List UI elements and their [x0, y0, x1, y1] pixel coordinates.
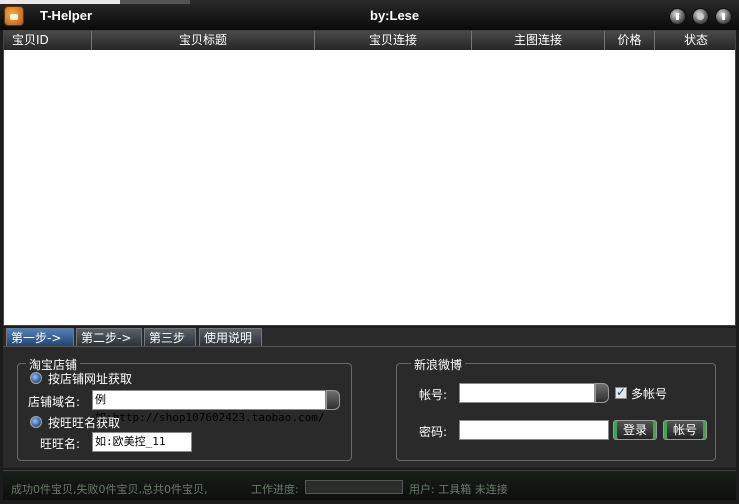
shop-domain-label: 店铺域名:: [28, 395, 81, 409]
login-button[interactable]: 登录: [613, 420, 657, 440]
account-dropdown-button[interactable]: [595, 383, 609, 403]
tab-step-three[interactable]: 第三步: [144, 328, 196, 346]
step-one-panel: 淘宝店铺 按店铺网址获取 店铺域名: 例如:http://shop1076024…: [3, 346, 736, 468]
status-bar: 成功0件宝贝,失败0件宝贝,总共0件宝贝, 工作进度: 用户: 工具箱 未连接: [3, 470, 736, 500]
taobao-shop-group: 淘宝店铺 按店铺网址获取 店铺域名: 例如:http://shop1076024…: [17, 356, 352, 461]
title-strip: [0, 0, 120, 4]
step-tabs: 第一步-> 第二步-> 第三步 使用说明: [3, 328, 736, 346]
tab-step-one[interactable]: 第一步->: [6, 328, 74, 346]
shop-domain-dropdown-button[interactable]: [326, 390, 340, 410]
by-wangwang-label: 按旺旺名获取: [48, 416, 121, 430]
app-title: T-Helper: [40, 8, 93, 23]
multi-account-label: 多帐号: [631, 387, 668, 401]
sina-weibo-group: 新浪微博 帐号: 多帐号 密码: 登录 帐号: [396, 356, 716, 461]
maximize-button[interactable]: [692, 8, 709, 25]
work-progress-bar: [305, 480, 403, 494]
shop-domain-input[interactable]: 例如:http://shop107602423.taobao.com/: [92, 390, 326, 424]
multi-account-checkbox[interactable]: [615, 385, 627, 399]
account-label: 帐号:: [419, 388, 448, 402]
close-button[interactable]: [715, 8, 732, 25]
app-logo-icon: [4, 6, 24, 26]
password-label: 密码:: [419, 425, 448, 439]
column-header-item-title[interactable]: 宝贝标题: [92, 31, 315, 50]
title-bar: T-Helper by:Lese: [0, 0, 739, 30]
by-url-label: 按店铺网址获取: [48, 372, 133, 386]
minimize-button[interactable]: [669, 8, 686, 25]
by-wangwang-radio[interactable]: [30, 416, 42, 428]
author-label: by:Lese: [370, 8, 420, 23]
wangwang-name-label: 旺旺名:: [40, 437, 81, 451]
account-input[interactable]: [459, 383, 595, 403]
result-summary: 成功0件宝贝,失败0件宝贝,总共0件宝贝,: [11, 483, 208, 496]
item-table[interactable]: 宝贝ID 宝贝标题 宝贝连接 主图连接 价格 状态: [3, 30, 736, 326]
tab-step-two[interactable]: 第二步->: [76, 328, 142, 346]
column-header-image-link[interactable]: 主图连接: [472, 31, 605, 50]
tab-instructions[interactable]: 使用说明: [199, 328, 262, 346]
column-header-price[interactable]: 价格: [605, 31, 655, 50]
column-header-item-link[interactable]: 宝贝连接: [315, 31, 472, 50]
wangwang-name-input[interactable]: 如:欧美控_11: [92, 432, 192, 452]
table-header: 宝贝ID 宝贝标题 宝贝连接 主图连接 价格 状态: [4, 31, 735, 50]
account-button[interactable]: 帐号: [663, 420, 707, 440]
by-url-radio[interactable]: [30, 372, 42, 384]
user-status-text: 用户: 工具箱 未连接: [409, 483, 508, 496]
column-header-status[interactable]: 状态: [655, 31, 737, 50]
title-strip-secondary: [120, 0, 190, 4]
column-header-item-id[interactable]: 宝贝ID: [4, 31, 92, 50]
password-input[interactable]: [459, 420, 609, 440]
progress-label: 工作进度:: [251, 483, 299, 496]
sina-weibo-legend: 新浪微博: [411, 356, 466, 373]
app-window: T-Helper by:Lese 宝贝ID 宝贝标题 宝贝连接 主图连接 价格 …: [0, 0, 739, 504]
